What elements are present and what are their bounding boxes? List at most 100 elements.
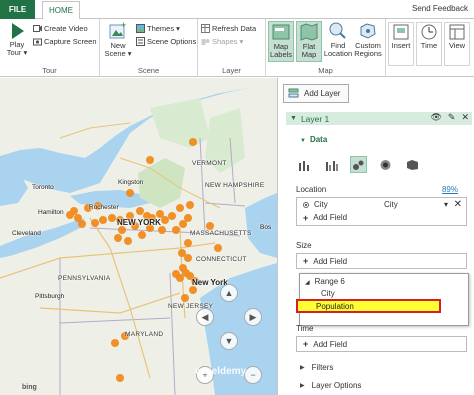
expand-caret-icon: ▶ — [300, 383, 305, 389]
size-add-field-row[interactable]: + Add Field — [297, 254, 466, 268]
zoom-out-button[interactable]: − — [244, 366, 262, 384]
play-tour-button[interactable]: Play Tour ▾ — [4, 22, 30, 57]
tour-group: Play Tour ▾ Create Video Capture Screen T… — [0, 19, 100, 77]
find-location-icon — [329, 22, 346, 39]
city-marker[interactable] — [186, 201, 194, 209]
stacked-column-icon[interactable] — [296, 156, 313, 173]
capture-screen-button[interactable]: Capture Screen — [33, 37, 97, 46]
city-marker[interactable] — [179, 220, 187, 228]
send-feedback-link[interactable]: Send Feedback — [412, 4, 468, 13]
pencil-icon[interactable]: ✎ — [448, 112, 456, 123]
themes-dropdown-arrow: ▾ — [176, 24, 180, 33]
city-marker[interactable] — [126, 189, 134, 197]
city-marker[interactable] — [111, 339, 119, 347]
label-pittsburgh: Pittsburgh — [35, 293, 65, 300]
city-marker[interactable] — [108, 214, 116, 222]
map-group-label: Map — [318, 66, 333, 75]
city-marker[interactable] — [206, 222, 214, 230]
city-marker[interactable] — [78, 220, 86, 228]
location-match-percent[interactable]: 89% — [442, 185, 458, 194]
city-marker[interactable] — [124, 237, 132, 245]
city-marker[interactable] — [114, 234, 122, 242]
remove-field-icon[interactable]: ✕ — [454, 199, 462, 210]
city-marker[interactable] — [176, 204, 184, 212]
find-location-button[interactable]: Find Location — [324, 21, 352, 58]
create-video-button[interactable]: Create Video — [33, 24, 88, 33]
filters-section[interactable]: ▶ Filters — [300, 363, 333, 372]
ribbon: Play Tour ▾ Create Video Capture Screen T… — [0, 19, 474, 77]
home-tab[interactable]: HOME — [42, 1, 80, 20]
data-section-header[interactable]: ▼ Data — [300, 135, 327, 144]
city-marker[interactable] — [161, 216, 169, 224]
location-field-type[interactable]: City — [384, 200, 398, 209]
view-icon — [449, 24, 465, 40]
layer-header[interactable]: ▼ Layer 1 👁 ✎ ✕ — [286, 112, 472, 125]
pan-right-button[interactable]: ▶ — [244, 308, 262, 326]
themes-label: Themes — [147, 24, 175, 33]
layer-title[interactable]: Layer 1 — [301, 114, 329, 124]
city-marker[interactable] — [138, 231, 146, 239]
city-marker[interactable] — [91, 219, 99, 227]
create-video-label: Create Video — [44, 24, 88, 33]
region-icon[interactable] — [404, 156, 421, 173]
city-marker[interactable] — [168, 212, 176, 220]
label-cleveland: Cleveland — [12, 230, 41, 237]
filters-label: Filters — [311, 363, 334, 372]
label-toronto: Toronto — [32, 184, 54, 191]
map-canvas[interactable]: VERMONT Kingston NEW HAMPSHIRE Toronto H… — [0, 78, 277, 395]
shapes-label: Shapes — [212, 37, 238, 46]
city-marker[interactable] — [172, 270, 180, 278]
delete-icon[interactable]: ✕ — [461, 112, 469, 123]
city-marker[interactable] — [181, 294, 189, 302]
insert-button[interactable]: Insert — [388, 22, 414, 66]
city-marker[interactable] — [158, 226, 166, 234]
city-marker[interactable] — [136, 207, 144, 215]
time-add-field-row[interactable]: + Add Field — [297, 337, 466, 351]
clustered-column-icon[interactable] — [323, 156, 340, 173]
layer-options-section[interactable]: ▶ Layer Options — [300, 381, 361, 390]
population-field-item[interactable]: Population — [296, 299, 441, 313]
city-marker[interactable] — [172, 226, 180, 234]
scene-options-label: Scene Options — [147, 37, 197, 46]
pan-down-button[interactable]: ▼ — [220, 332, 238, 350]
heat-map-icon[interactable] — [377, 156, 394, 173]
tour-group-label: Tour — [42, 66, 57, 75]
city-marker[interactable] — [214, 244, 222, 252]
shapes-button[interactable]: Shapes ▾ — [201, 37, 243, 46]
bubble-icon[interactable] — [350, 156, 367, 173]
pan-up-button[interactable]: ▲ — [220, 284, 238, 302]
expand-caret-icon: ▶ — [300, 365, 305, 371]
range-group-item[interactable]: ◢ Range 6 — [305, 277, 345, 286]
city-marker[interactable] — [118, 226, 126, 234]
view-button[interactable]: View — [444, 22, 470, 66]
shapes-dropdown-arrow: ▾ — [239, 37, 244, 46]
themes-button[interactable]: Themes ▾ — [136, 24, 180, 33]
add-layer-button[interactable]: Add Layer — [283, 84, 349, 103]
city-marker[interactable] — [66, 211, 74, 219]
label-new-hampshire: NEW HAMPSHIRE — [205, 182, 265, 189]
custom-regions-button[interactable]: Custom Regions — [352, 21, 384, 58]
map-labels-button[interactable]: Map Labels — [268, 21, 294, 62]
city-marker[interactable] — [184, 254, 192, 262]
time-button[interactable]: Time — [416, 22, 442, 66]
city-marker[interactable] — [99, 216, 107, 224]
flat-map-button[interactable]: Flat Map — [296, 21, 322, 62]
city-marker[interactable] — [189, 138, 197, 146]
eye-icon[interactable]: 👁 — [430, 112, 441, 123]
radio-icon[interactable] — [303, 201, 309, 208]
type-dropdown-arrow-icon[interactable]: ▾ — [444, 200, 448, 209]
insert-icon — [393, 24, 409, 40]
file-tab[interactable]: FILE — [0, 0, 35, 19]
location-add-field-row[interactable]: + Add Field — [297, 211, 466, 224]
city-marker[interactable] — [116, 374, 124, 382]
layer-pane: Add Layer ▼ Layer 1 👁 ✎ ✕ ▼ Data Locatio… — [277, 78, 474, 395]
pan-left-button[interactable]: ◀ — [196, 308, 214, 326]
city-marker[interactable] — [146, 156, 154, 164]
refresh-data-button[interactable]: Refresh Data — [201, 24, 256, 33]
new-scene-button[interactable]: + New Scene ▾ — [103, 21, 133, 58]
city-field-item[interactable]: City — [321, 289, 335, 298]
city-marker[interactable] — [184, 239, 192, 247]
location-field-row[interactable]: City City ▾ ✕ — [297, 198, 466, 211]
scene-options-button[interactable]: Scene Options — [136, 37, 196, 46]
city-marker[interactable] — [189, 286, 197, 294]
